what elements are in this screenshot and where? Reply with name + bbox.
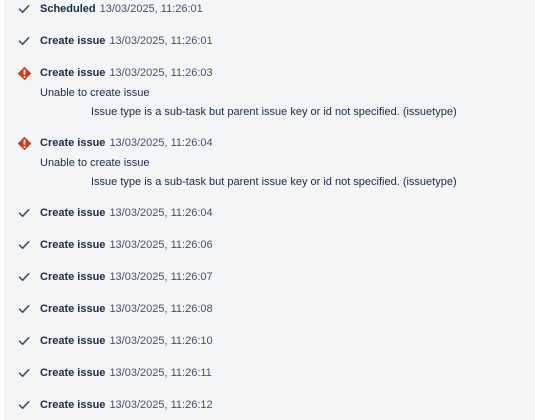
check-icon xyxy=(16,237,32,253)
log-entry-title: Create issue 13/03/2025, 11:26:08 xyxy=(40,300,213,318)
log-entry-timestamp: 13/03/2025, 11:26:03 xyxy=(109,67,213,79)
log-entry-title: Create issue 13/03/2025, 11:26:04 xyxy=(40,204,213,222)
log-entry-title: Create issue 13/03/2025, 11:26:04 xyxy=(40,134,213,152)
log-entry-timestamp: 13/03/2025, 11:26:11 xyxy=(109,367,212,379)
log-entry-action: Create issue xyxy=(40,335,106,347)
log-entry-action: Create issue xyxy=(40,207,106,219)
log-entry-error-message: Unable to create issue xyxy=(40,87,150,99)
log-entry: Create issue 13/03/2025, 11:26:04 xyxy=(4,204,535,222)
log-entry-action: Create issue xyxy=(40,367,106,379)
log-entry-action: Create issue xyxy=(40,137,106,149)
error-icon xyxy=(16,65,32,81)
log-entry-timestamp: 13/03/2025, 11:26:12 xyxy=(109,399,213,411)
audit-log-list: Scheduled 13/03/2025, 11:26:01 Create iss… xyxy=(4,0,535,420)
log-entry-timestamp: 13/03/2025, 11:26:04 xyxy=(109,137,213,149)
check-icon xyxy=(16,1,32,17)
log-entry: Create issue 13/03/2025, 11:26:11 xyxy=(4,364,535,382)
log-entry-timestamp: 13/03/2025, 11:26:07 xyxy=(109,271,213,283)
log-entry-action: Create issue xyxy=(40,271,106,283)
audit-log-panel: Scheduled 13/03/2025, 11:26:01 Create iss… xyxy=(4,0,535,420)
log-entry-title: Scheduled 13/03/2025, 11:26:01 xyxy=(40,0,203,18)
log-entry: Scheduled 13/03/2025, 11:26:01 xyxy=(4,0,535,18)
log-entry-timestamp: 13/03/2025, 11:26:08 xyxy=(109,303,213,315)
log-entry-title: Create issue 13/03/2025, 11:26:01 xyxy=(40,32,213,50)
log-entry-timestamp: 13/03/2025, 11:26:04 xyxy=(109,207,213,219)
log-entry-action: Scheduled xyxy=(40,3,96,15)
log-entry-timestamp: 13/03/2025, 11:26:01 xyxy=(109,35,213,47)
check-icon xyxy=(16,33,32,49)
log-entry-title: Create issue 13/03/2025, 11:26:07 xyxy=(40,268,213,286)
log-entry-title: Create issue 13/03/2025, 11:26:11 xyxy=(40,364,212,382)
log-entry-timestamp: 13/03/2025, 11:26:06 xyxy=(109,239,213,251)
error-icon xyxy=(16,135,32,151)
log-entry: Create issue 13/03/2025, 11:26:08 xyxy=(4,300,535,318)
log-entry-title: Create issue 13/03/2025, 11:26:03 xyxy=(40,64,213,82)
check-icon xyxy=(16,333,32,349)
check-icon xyxy=(16,397,32,413)
log-entry-action: Create issue xyxy=(40,399,106,411)
log-entry-error-detail: Issue type is a sub-task but parent issu… xyxy=(91,106,457,118)
log-entry: Create issue 13/03/2025, 11:26:06 xyxy=(4,236,535,254)
log-entry: Create issue 13/03/2025, 11:26:10 xyxy=(4,332,535,350)
log-entry-error: Create issue 13/03/2025, 11:26:04 Unable … xyxy=(4,134,535,188)
log-entry-action: Create issue xyxy=(40,35,106,47)
log-entry: Create issue 13/03/2025, 11:26:07 xyxy=(4,268,535,286)
check-icon xyxy=(16,365,32,381)
check-icon xyxy=(16,205,32,221)
log-entry-title: Create issue 13/03/2025, 11:26:12 xyxy=(40,396,213,414)
log-entry-error-detail: Issue type is a sub-task but parent issu… xyxy=(91,176,457,188)
log-entry-action: Create issue xyxy=(40,303,106,315)
log-entry-title: Create issue 13/03/2025, 11:26:06 xyxy=(40,236,213,254)
log-entry: Create issue 13/03/2025, 11:26:01 xyxy=(4,32,535,50)
log-entry-action: Create issue xyxy=(40,239,106,251)
log-entry-action: Create issue xyxy=(40,67,106,79)
log-entry-timestamp: 13/03/2025, 11:26:10 xyxy=(109,335,213,347)
log-entry-error-message: Unable to create issue xyxy=(40,157,150,169)
log-entry-timestamp: 13/03/2025, 11:26:01 xyxy=(99,3,203,15)
check-icon xyxy=(16,301,32,317)
log-entry: Create issue 13/03/2025, 11:26:12 xyxy=(4,396,535,414)
check-icon xyxy=(16,269,32,285)
log-entry-title: Create issue 13/03/2025, 11:26:10 xyxy=(40,332,213,350)
log-entry-error: Create issue 13/03/2025, 11:26:03 Unable … xyxy=(4,64,535,118)
